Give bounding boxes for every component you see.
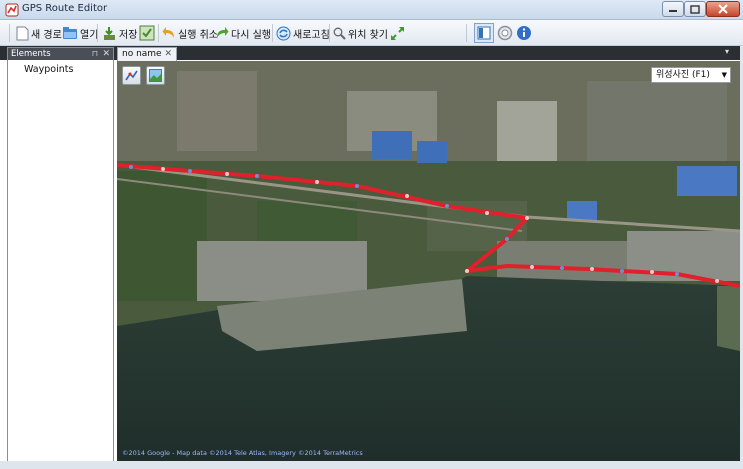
search-icon	[333, 27, 346, 40]
tab-close-icon[interactable]: ✕	[164, 48, 172, 61]
tab-label: no name	[122, 49, 162, 59]
landscape-image-icon	[149, 69, 162, 82]
refresh-button[interactable]: 새로고침	[276, 23, 330, 43]
elements-panel: Elements ⊓ ✕ Waypoints	[7, 47, 114, 462]
info-icon	[517, 26, 531, 40]
tab-document[interactable]: no name ✕	[117, 47, 177, 61]
chevron-down-icon: ▼	[721, 71, 727, 79]
new-route-label: 새 경로	[31, 29, 62, 41]
settings-button[interactable]	[495, 23, 515, 43]
toolbar: 새 경로 열기 저장 실행 취소 다시 실행 새로고침 위치 찾기	[0, 20, 743, 46]
expand-icon	[390, 26, 404, 40]
undo-button[interactable]: 실행 취소	[162, 23, 218, 43]
image-overlay-button[interactable]	[146, 66, 165, 85]
status-strip	[0, 461, 743, 469]
panel-header: Elements ⊓ ✕	[8, 48, 113, 60]
toolbar-separator	[97, 24, 98, 42]
maximize-icon	[690, 4, 700, 14]
maximize-button[interactable]	[684, 1, 706, 17]
route-edit-button[interactable]	[122, 66, 141, 85]
route-line-icon	[125, 70, 138, 81]
toggle-panel-button[interactable]	[474, 23, 494, 43]
new-route-button[interactable]: 새 경로	[16, 23, 62, 43]
redo-label: 다시 실행	[231, 29, 271, 41]
save-button[interactable]: 저장	[102, 23, 137, 43]
open-folder-icon	[63, 27, 77, 39]
save-as-icon	[139, 25, 155, 41]
gear-icon	[497, 25, 513, 41]
tab-menu-icon[interactable]: ▾	[725, 47, 729, 56]
close-button[interactable]	[706, 1, 740, 17]
new-document-icon	[16, 26, 29, 40]
save-label: 저장	[119, 29, 138, 41]
toolbar-grip	[9, 24, 10, 42]
minimize-button[interactable]	[662, 1, 684, 17]
find-location-label: 위치 찾기	[348, 29, 388, 41]
fit-to-route-button[interactable]	[387, 23, 407, 43]
toolbar-separator	[158, 24, 159, 42]
tree-item-waypoints[interactable]: Waypoints	[8, 60, 113, 75]
find-location-button[interactable]: 위치 찾기	[333, 23, 388, 43]
undo-icon	[162, 27, 174, 38]
refresh-icon	[276, 26, 291, 40]
open-label: 열기	[80, 29, 99, 41]
about-button[interactable]	[514, 23, 534, 43]
satellite-image	[117, 61, 740, 461]
panel-close-icon[interactable]: ✕	[102, 48, 110, 60]
map-attribution: ©2014 Google - Map data ©2014 Tele Atlas…	[122, 449, 363, 457]
minimize-icon	[669, 10, 677, 12]
close-icon	[718, 4, 728, 14]
save-icon	[104, 26, 115, 40]
undo-label: 실행 취소	[178, 29, 218, 41]
map-view[interactable]: 위성사진 (F1) ▼ ©2014 Google - Map data ©201…	[117, 61, 740, 461]
map-type-select[interactable]: 위성사진 (F1) ▼	[651, 67, 731, 83]
window-title: GPS Route Editor	[22, 3, 108, 14]
open-button[interactable]: 열기	[62, 23, 98, 43]
app-icon	[5, 3, 19, 17]
panel-title: Elements	[11, 49, 51, 59]
toolbar-separator	[272, 24, 273, 42]
save-as-button[interactable]	[137, 23, 157, 43]
pin-icon[interactable]: ⊓	[92, 48, 98, 60]
refresh-label: 새로고침	[293, 29, 330, 41]
toolbar-separator	[466, 24, 467, 42]
toolbar-separator	[329, 24, 330, 42]
title-bar: GPS Route Editor	[0, 0, 743, 20]
panel-layout-icon	[477, 26, 491, 40]
map-type-value: 위성사진 (F1)	[656, 70, 710, 80]
redo-icon	[217, 27, 229, 38]
redo-button[interactable]: 다시 실행	[215, 23, 271, 43]
